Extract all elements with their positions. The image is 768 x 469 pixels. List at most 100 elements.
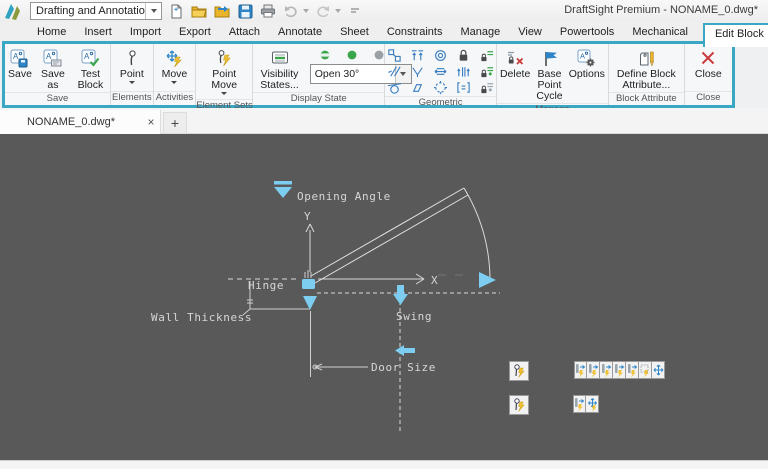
workspace-chevron-down-icon[interactable] xyxy=(145,3,161,19)
tab-powertools[interactable]: Powertools xyxy=(551,26,623,38)
visibility-states-icon xyxy=(270,47,290,69)
geometric-constraints-grid xyxy=(387,46,494,96)
stretch-activity-icon[interactable] xyxy=(600,361,613,379)
point-move-dropdown-caret-icon[interactable] xyxy=(221,92,227,98)
drawing-canvas[interactable]: X Y Opening Angle Hinge Wall Thickness S… xyxy=(0,134,768,460)
undo-icon[interactable] xyxy=(282,2,300,20)
stretch-activity-icon[interactable] xyxy=(573,395,586,413)
ribbon-group-geometric: Geometric xyxy=(385,44,497,105)
close-edit-block-button[interactable]: Close xyxy=(692,46,725,81)
tab-insert[interactable]: Insert xyxy=(75,26,121,38)
svg-text:A: A xyxy=(84,52,90,61)
point-dropdown-caret-icon[interactable] xyxy=(129,81,135,87)
save-button[interactable]: A Save xyxy=(5,46,35,81)
door-size-dimension xyxy=(315,364,368,370)
document-tab-active[interactable]: NONAME_0.dwg* × xyxy=(0,110,161,134)
delete-constraint-icon xyxy=(506,47,525,69)
base-point-flag-icon xyxy=(541,47,559,69)
test-block-button[interactable]: A Test Block xyxy=(71,46,110,92)
ribbon-tab-row: Home Insert Import Export Attach Annotat… xyxy=(0,21,768,42)
constraint-fix-icon[interactable] xyxy=(410,48,425,63)
door-size-label: Door Size xyxy=(371,361,436,374)
delete-button[interactable]: Delete xyxy=(497,46,533,81)
define-block-attribute-button[interactable]: Define Block Attribute... xyxy=(610,46,682,92)
titlebar: Drafting and Annotation DraftSight Premi… xyxy=(0,0,768,22)
tab-manage[interactable]: Manage xyxy=(451,26,509,38)
constraint-lock-lines-c-icon[interactable] xyxy=(479,80,494,95)
undo-menu-caret-icon[interactable] xyxy=(303,9,309,16)
new-document-tab-button[interactable]: + xyxy=(163,112,187,134)
stretch-activity-icon[interactable] xyxy=(587,361,600,379)
block-attribute-tag-icon xyxy=(636,47,656,69)
customize-toolbar-icon[interactable] xyxy=(346,2,364,20)
stretch-activity-icon[interactable] xyxy=(626,361,639,379)
move-activity-small-icon[interactable] xyxy=(652,361,665,379)
tab-edit-block-active[interactable]: Edit Block xyxy=(703,23,768,47)
constraint-symmetric-icon[interactable] xyxy=(456,64,471,79)
constraint-lock-lines-a-icon[interactable] xyxy=(479,48,494,63)
y-axis-line xyxy=(306,224,314,272)
workspace-selector[interactable]: Drafting and Annotation xyxy=(30,2,162,20)
opening-angle-flip-grip[interactable] xyxy=(274,187,292,198)
constraint-equal-icon[interactable] xyxy=(456,80,471,95)
move-button[interactable]: Move xyxy=(159,46,191,88)
y-axis-label: Y xyxy=(304,210,311,223)
constraint-collinear-icon[interactable] xyxy=(410,80,425,95)
move-dropdown-caret-icon[interactable] xyxy=(171,81,177,87)
door-size-arrow-grip[interactable] xyxy=(395,345,415,356)
move-activity-small-icon[interactable] xyxy=(586,395,599,413)
tab-view[interactable]: View xyxy=(509,26,551,38)
tab-mechanical[interactable]: Mechanical xyxy=(623,26,697,38)
stretch-activity-icon[interactable] xyxy=(613,361,626,379)
arc-end-grip[interactable] xyxy=(479,272,496,288)
constraint-spacing-icon[interactable] xyxy=(433,64,448,79)
point-pin-icon xyxy=(123,47,141,69)
point-move-button[interactable]: Point Move xyxy=(198,46,250,99)
tab-import[interactable]: Import xyxy=(121,26,170,38)
constraint-tangent-icon[interactable] xyxy=(387,80,402,95)
state-dot-half-icon[interactable] xyxy=(320,50,330,60)
constraint-parallel-icon[interactable] xyxy=(387,64,402,79)
flip-grip-bar[interactable] xyxy=(274,181,292,185)
tab-export[interactable]: Export xyxy=(170,26,220,38)
swing-arrow-grip[interactable] xyxy=(393,285,408,305)
save-as-button[interactable]: A Save as xyxy=(35,46,71,92)
redo-icon[interactable] xyxy=(314,2,332,20)
constraint-coincident-icon[interactable] xyxy=(387,48,402,63)
point-activity-icon[interactable] xyxy=(509,361,529,381)
import-folder-icon[interactable] xyxy=(213,2,231,20)
activity-strip-top xyxy=(574,361,665,379)
save-icon[interactable] xyxy=(236,2,254,20)
basepoint-grip[interactable] xyxy=(302,279,315,289)
tab-attach[interactable]: Attach xyxy=(220,26,269,38)
close-x-icon xyxy=(699,47,717,69)
tab-annotate[interactable]: Annotate xyxy=(269,26,331,38)
new-file-icon[interactable] xyxy=(167,2,185,20)
point-button[interactable]: Point xyxy=(117,46,147,88)
visibility-states-button[interactable]: Visibility States... xyxy=(257,46,302,92)
scale-activity-icon[interactable] xyxy=(639,361,652,379)
hinge-triangle-grip[interactable] xyxy=(303,296,317,310)
stretch-activity-icon[interactable] xyxy=(574,361,587,379)
options-button[interactable]: A Options xyxy=(566,46,608,81)
constraint-lock-lines-b-icon[interactable] xyxy=(479,64,494,79)
base-point-cycle-button[interactable]: Base Point Cycle xyxy=(533,46,565,103)
print-icon[interactable] xyxy=(259,2,277,20)
door-swing-arc[interactable] xyxy=(468,195,490,279)
tab-sheet[interactable]: Sheet xyxy=(331,26,378,38)
state-dot-on-icon[interactable] xyxy=(347,50,357,60)
redo-menu-caret-icon[interactable] xyxy=(335,9,341,16)
tab-constraints[interactable]: Constraints xyxy=(378,26,452,38)
constraint-symmetric-circle-icon[interactable] xyxy=(433,80,448,95)
tab-home[interactable]: Home xyxy=(28,26,75,38)
constraint-angle-icon[interactable] xyxy=(410,64,425,79)
open-folder-icon[interactable] xyxy=(190,2,208,20)
ribbon-group-elements: Point Elements xyxy=(111,44,154,105)
point-activity-icon[interactable] xyxy=(509,395,529,415)
constraint-concentric-icon[interactable] xyxy=(433,48,448,63)
status-bar xyxy=(0,460,768,469)
ribbon-background: A Save A Save as A Test Block Save xyxy=(0,41,768,108)
constraint-lock-icon[interactable] xyxy=(456,48,471,63)
state-dot-off-icon[interactable] xyxy=(374,50,384,60)
document-tab-close-icon[interactable]: × xyxy=(142,115,160,129)
